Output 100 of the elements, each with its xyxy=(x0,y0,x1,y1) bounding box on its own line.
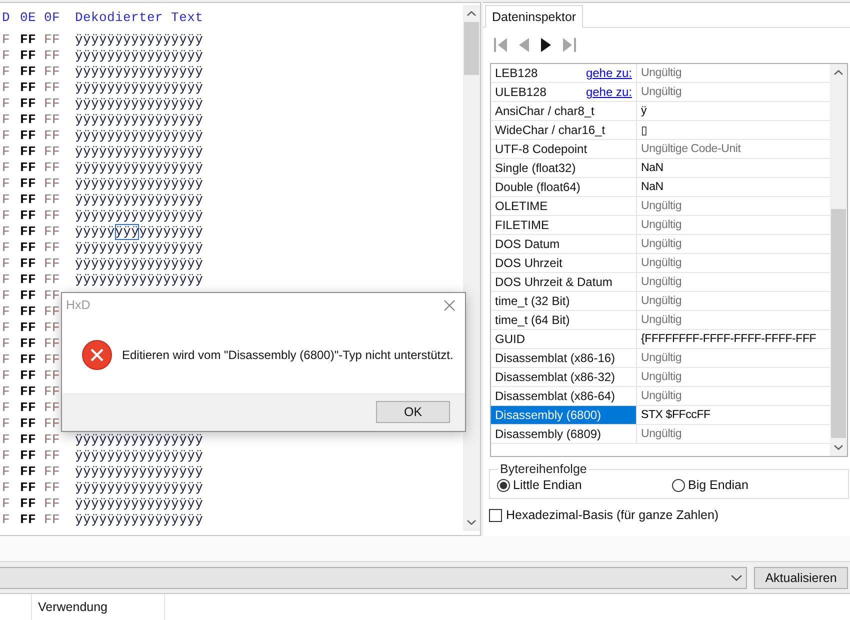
table-cell[interactable]: Disassemblat (x86-64) xyxy=(491,387,637,406)
decoded-text: ÿÿÿÿÿÿÿÿÿÿÿÿÿÿÿÿ xyxy=(75,480,204,496)
table-cell[interactable]: UTF-8 Codepoint xyxy=(491,140,637,159)
decoded-text: ÿÿÿÿÿÿÿÿÿÿÿÿÿÿÿÿ xyxy=(75,128,204,144)
go-to-link[interactable]: gehe zu: xyxy=(586,85,632,99)
hex-byte: FF xyxy=(20,208,36,224)
table-cell[interactable]: DOS Datum xyxy=(491,235,637,254)
radio-button[interactable]: Big Endian xyxy=(672,478,748,492)
decoded-text: ÿÿÿÿÿÿÿÿÿÿÿÿÿÿÿÿ xyxy=(75,448,204,464)
hex-byte: F xyxy=(2,128,10,144)
table-cell: {FFFFFFFF-FFFF-FFFF-FFFF-FFF xyxy=(637,330,830,349)
checkbox[interactable]: Hexadezimal-Basis (für ganze Zahlen) xyxy=(489,508,719,522)
table-cell[interactable]: Disassemblat (x86-16) xyxy=(491,349,637,368)
table-cell[interactable]: OLETIME xyxy=(491,197,637,216)
hex-byte: F xyxy=(2,400,10,416)
hex-byte: F xyxy=(2,160,10,176)
column-header: 0E xyxy=(20,10,36,26)
table-cell: NaN xyxy=(637,178,830,197)
property-name: LEB128 xyxy=(495,66,538,80)
decoded-text: ÿÿÿÿÿÿÿÿÿÿÿÿÿÿÿÿ xyxy=(75,80,204,96)
hex-byte: F xyxy=(2,48,10,64)
decoded-text: ÿÿÿÿÿÿÿÿÿÿÿÿÿÿÿÿ xyxy=(75,512,204,528)
table-cell[interactable]: Double (float64) xyxy=(491,178,637,197)
scroll-down-icon[interactable] xyxy=(834,445,843,450)
hex-byte: FF xyxy=(20,448,36,464)
scroll-up-icon[interactable] xyxy=(834,70,843,75)
hex-byte: F xyxy=(2,320,10,336)
property-name: WideChar / char16_t xyxy=(495,123,606,137)
hex-byte: FF xyxy=(20,240,36,256)
hex-byte: FF xyxy=(44,208,60,224)
property-name: ULEB128 xyxy=(495,85,546,99)
hex-byte: F xyxy=(2,144,10,160)
hex-byte: FF xyxy=(44,480,60,496)
hex-byte: FF xyxy=(44,112,60,128)
table-cell[interactable]: GUID xyxy=(491,330,637,349)
radio-icon[interactable] xyxy=(497,478,510,492)
group-title: Bytereihenfolge xyxy=(499,462,588,476)
hex-byte: FF xyxy=(44,144,60,160)
table-cell[interactable]: DOS Uhrzeit & Datum xyxy=(491,273,637,292)
hex-byte: FF xyxy=(44,96,60,112)
property-name: OLETIME xyxy=(495,199,548,213)
checkbox-icon[interactable] xyxy=(489,508,502,522)
decoded-text: ÿÿÿÿÿÿÿÿÿÿÿÿÿÿÿÿ xyxy=(75,144,204,160)
hex-byte: FF xyxy=(44,416,60,432)
decoded-text: ÿÿÿÿÿÿÿÿÿÿÿÿÿÿÿÿ xyxy=(75,208,204,224)
go-to-link[interactable]: gehe zu: xyxy=(586,66,632,80)
table-cell[interactable]: ULEB128 gehe zu: xyxy=(491,83,637,102)
hex-byte: FF xyxy=(44,176,60,192)
table-cell[interactable]: FILETIME xyxy=(491,216,637,235)
hex-byte: F xyxy=(2,240,10,256)
table-cell[interactable]: Single (float32) xyxy=(491,159,637,178)
scrollbar[interactable] xyxy=(463,5,480,531)
scrollbar[interactable] xyxy=(830,64,847,456)
table-cell[interactable]: LEB128 gehe zu: xyxy=(491,64,637,83)
hex-byte: FF xyxy=(44,288,60,304)
property-name: DOS Datum xyxy=(495,237,560,251)
table-cell: Ungültig xyxy=(637,235,830,254)
tab[interactable]: Dateninspektor xyxy=(485,5,584,28)
table-cell[interactable]: Disassembly (6809) xyxy=(491,425,637,444)
dropdown-field[interactable] xyxy=(0,566,747,588)
scroll-down-icon[interactable] xyxy=(467,520,476,525)
next-icon[interactable] xyxy=(541,38,551,52)
refresh-button[interactable]: Aktualisieren xyxy=(754,566,848,588)
hex-byte: F xyxy=(2,192,10,208)
table-cell[interactable]: time_t (64 Bit) xyxy=(491,311,637,330)
table-cell[interactable]: WideChar / char16_t xyxy=(491,121,637,140)
chevron-down-icon[interactable] xyxy=(731,574,742,580)
scrollbar-thumb[interactable] xyxy=(831,209,846,438)
hex-byte: F xyxy=(2,416,10,432)
table-cell: STX $FFccFF xyxy=(637,406,830,425)
table-cell[interactable]: Disassemblat (x86-32) xyxy=(491,368,637,387)
hex-byte: FF xyxy=(44,464,60,480)
table-cell[interactable]: AnsiChar / char8_t xyxy=(491,102,637,121)
table-cell: Ungültig xyxy=(637,64,830,83)
close-icon[interactable] xyxy=(444,300,455,310)
hex-byte: FF xyxy=(20,144,36,160)
table-cell: Ungültig xyxy=(637,292,830,311)
table-cell[interactable]: DOS Uhrzeit xyxy=(491,254,637,273)
hex-byte: FF xyxy=(20,96,36,112)
hex-byte: F xyxy=(2,464,10,480)
decoded-text: ÿÿÿÿÿÿÿÿ xyxy=(139,224,204,240)
radio-icon[interactable] xyxy=(672,478,685,492)
table-cell[interactable]: time_t (32 Bit) xyxy=(491,292,637,311)
column-header[interactable]: Verwendung xyxy=(32,594,165,620)
scrollbar-thumb[interactable] xyxy=(464,22,479,75)
hex-byte: FF xyxy=(44,352,60,368)
hex-byte: F xyxy=(2,96,10,112)
scroll-up-icon[interactable] xyxy=(467,11,476,16)
table-cell: Ungültig xyxy=(637,311,830,330)
hex-byte: FF xyxy=(20,176,36,192)
table-cell: ▯ xyxy=(637,121,830,140)
hex-byte: F xyxy=(2,112,10,128)
hex-byte: FF xyxy=(20,192,36,208)
radio-button[interactable]: Little Endian xyxy=(497,478,582,492)
decoded-text: ÿÿÿÿÿÿÿÿÿÿÿÿÿÿÿÿ xyxy=(75,240,204,256)
table-cell: Ungültig xyxy=(637,254,830,273)
hex-byte: F xyxy=(2,448,10,464)
hex-byte: FF xyxy=(20,32,36,48)
ok-button[interactable]: OK xyxy=(376,401,450,423)
table-cell[interactable]: Disassembly (6800) xyxy=(491,406,637,425)
